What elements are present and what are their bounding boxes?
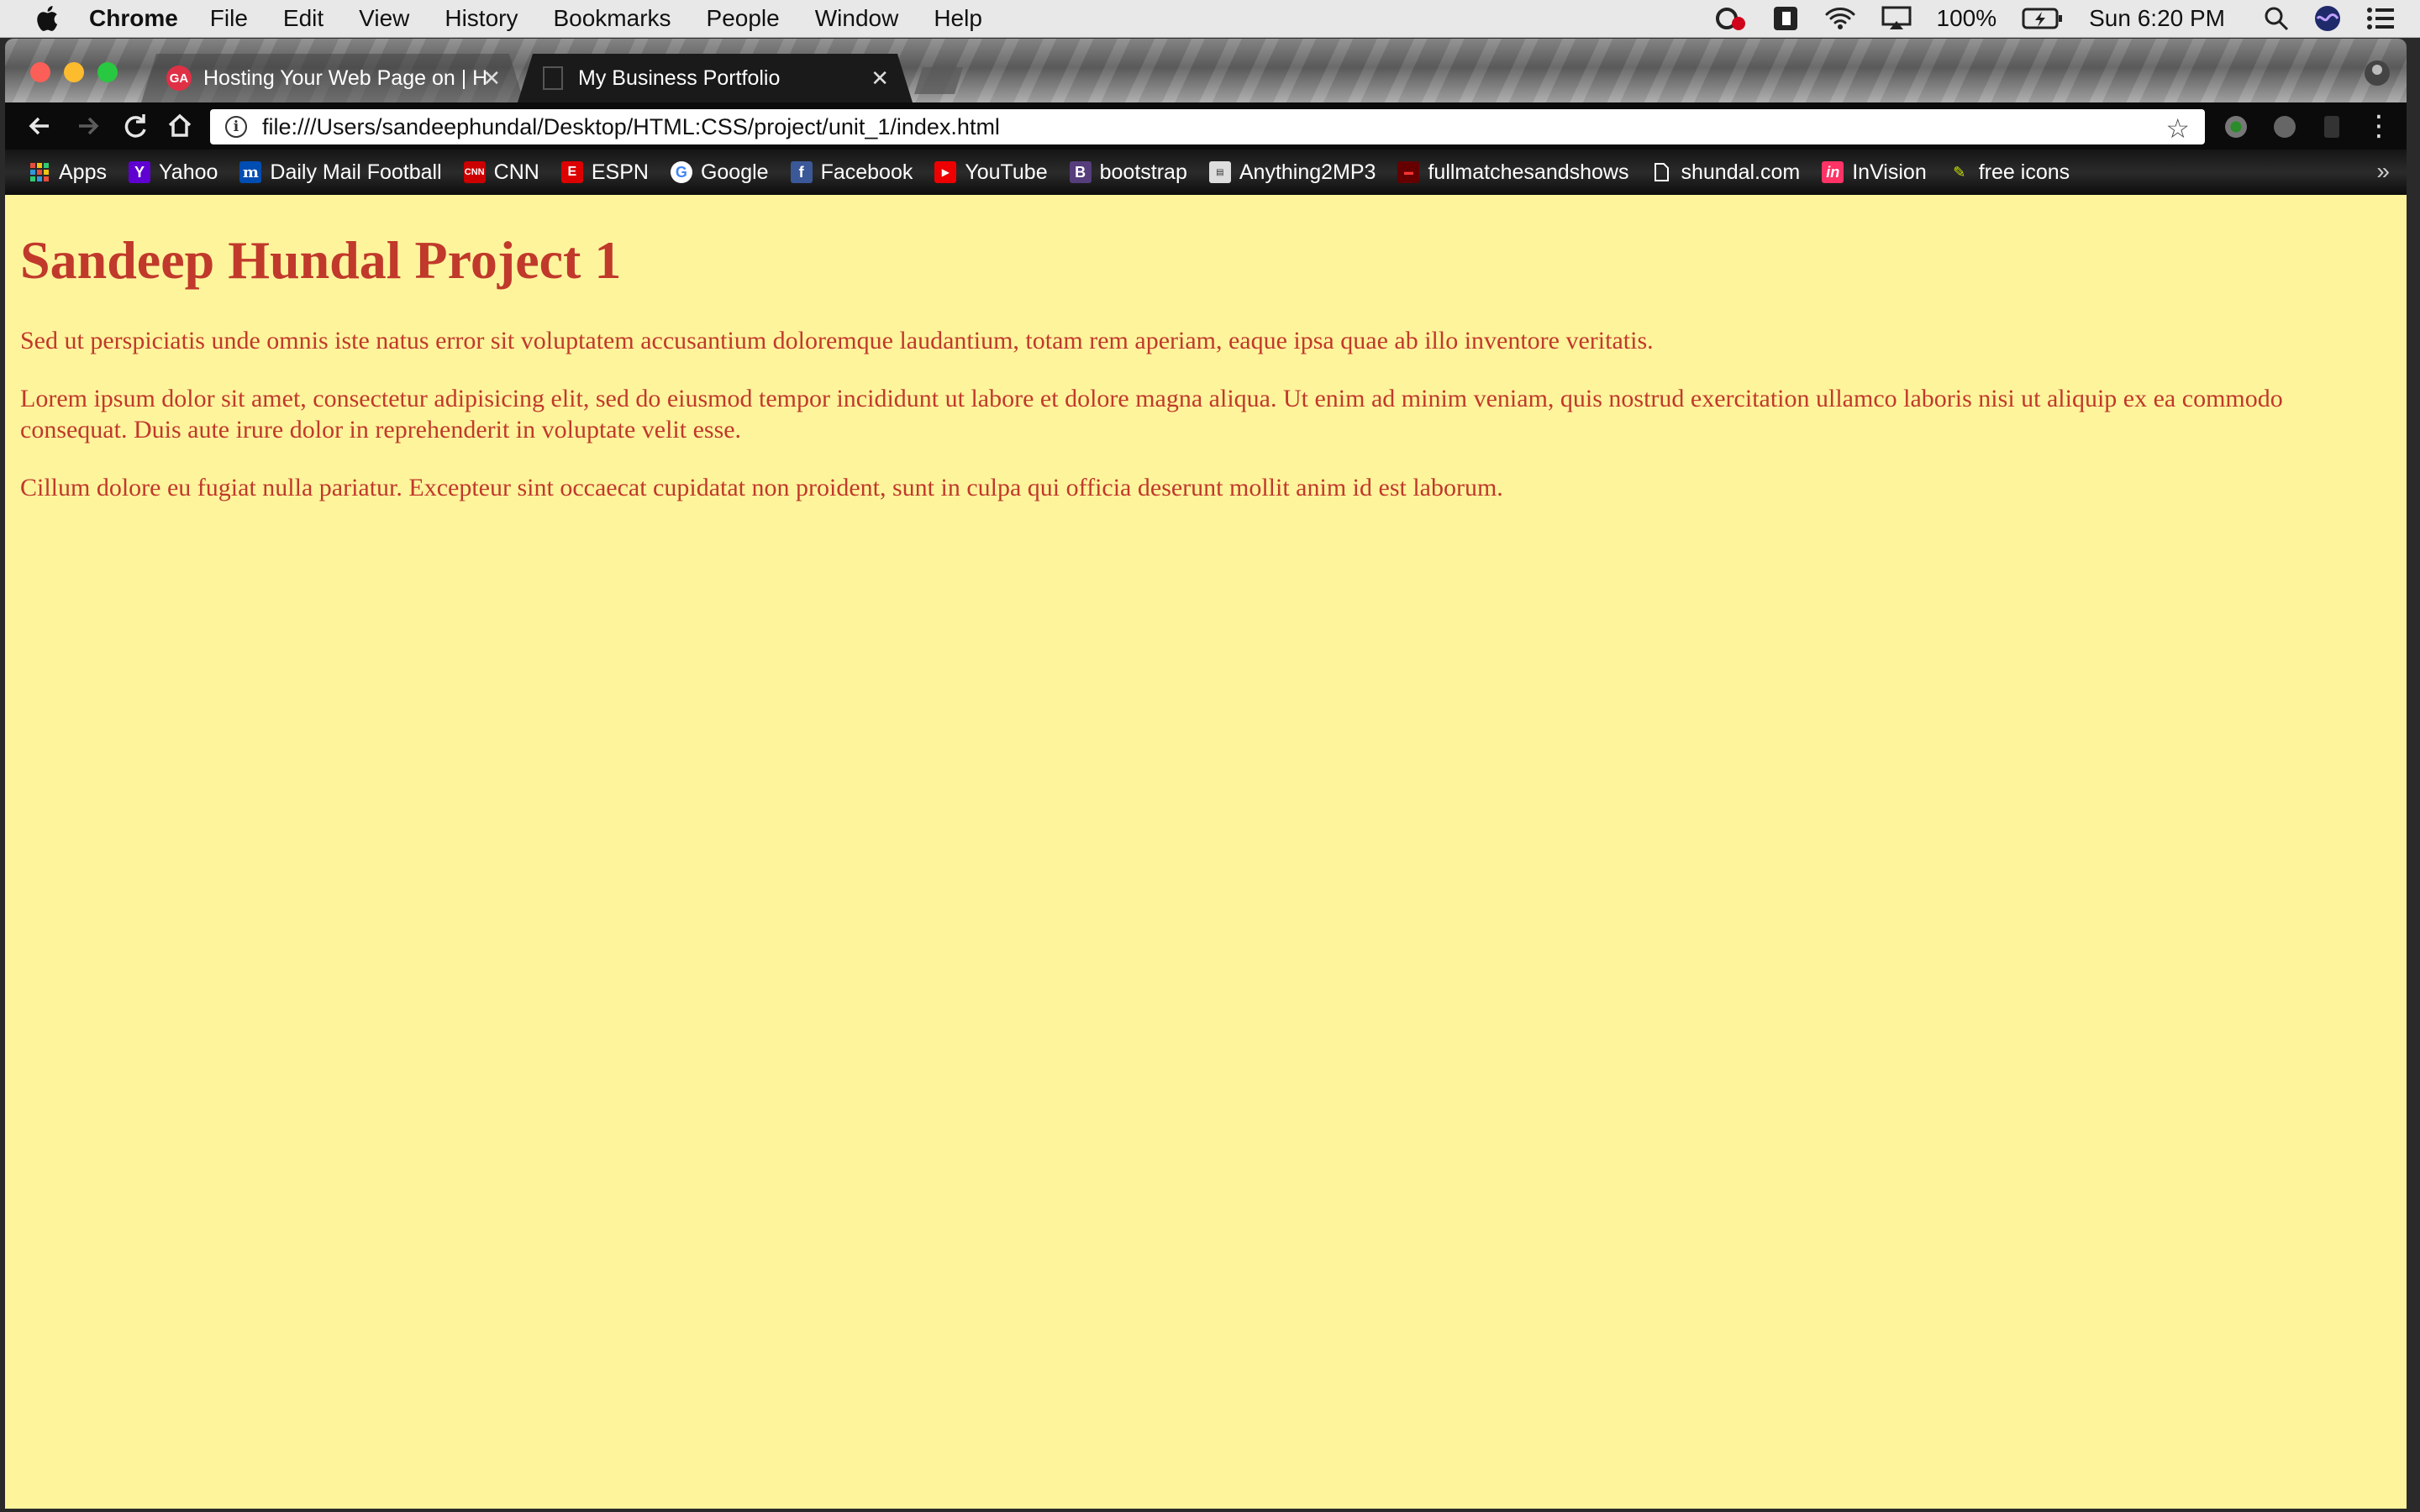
info-icon[interactable]: i <box>225 116 247 138</box>
back-arrow-icon[interactable] <box>24 109 57 143</box>
close-window-button[interactable] <box>30 62 50 82</box>
bookmark-label: Daily Mail Football <box>270 160 442 184</box>
bookmark-espn[interactable]: E ESPN <box>560 160 649 185</box>
wifi-icon[interactable] <box>1824 6 1856 31</box>
bookmark-label: InVision <box>1852 160 1927 184</box>
yahoo-icon: Y <box>128 161 150 183</box>
bookmark-facebook[interactable]: f Facebook <box>790 160 913 185</box>
bookmark-shundal[interactable]: shundal.com <box>1650 160 1800 185</box>
tab-title: Hosting Your Web Page on | H <box>203 66 488 90</box>
siri-icon[interactable] <box>2314 5 2341 32</box>
clipboard-app-icon[interactable] <box>1772 5 1799 32</box>
apps-grid-icon <box>30 163 49 181</box>
airplay-icon[interactable] <box>1881 6 1912 31</box>
bookmark-anything2mp3[interactable]: ▤ Anything2MP3 <box>1208 160 1376 185</box>
tab-my-business-portfolio[interactable]: My Business Portfolio ✕ <box>518 54 913 102</box>
extension-color-icon[interactable] <box>2225 116 2247 138</box>
zoom-window-button[interactable] <box>97 62 118 82</box>
tab-hosting-web-page[interactable]: GA Hosting Your Web Page on | H ✕ <box>141 54 524 102</box>
bookmark-label: free icons <box>1978 160 2070 184</box>
browser-window: GA Hosting Your Web Page on | H ✕ My Bus… <box>5 39 2407 1509</box>
tab-title: My Business Portfolio <box>578 66 781 90</box>
menu-people[interactable]: People <box>707 5 780 32</box>
bookmark-label: Apps <box>59 160 107 184</box>
bookmark-invision[interactable]: in InVision <box>1822 160 1927 185</box>
invision-icon: in <box>1822 161 1844 183</box>
bookmark-label: bootstrap <box>1099 160 1187 184</box>
web-page-content: Sandeep Hundal Project 1 Sed ut perspici… <box>5 195 2407 1509</box>
google-icon: G <box>670 161 692 183</box>
clock[interactable]: Sun 6:20 PM <box>2089 5 2225 32</box>
tab-strip: GA Hosting Your Web Page on | H ✕ My Bus… <box>5 39 2407 102</box>
bookmark-free-icons[interactable]: ✎ free icons <box>1949 160 2070 185</box>
youtube-icon: ▶ <box>934 161 957 183</box>
ga-favicon-icon: GA <box>166 66 192 91</box>
extension-icon[interactable] <box>2324 116 2339 138</box>
page-heading: Sandeep Hundal Project 1 <box>20 230 622 290</box>
bookmark-youtube[interactable]: ▶ YouTube <box>934 160 1048 185</box>
chrome-menu-icon[interactable]: ⋮ <box>2365 109 2393 143</box>
menu-help[interactable]: Help <box>934 5 982 32</box>
url-text[interactable]: file:///Users/sandeephundal/Desktop/HTML… <box>262 114 1000 140</box>
status-area: 100% Sun 6:20 PM <box>1713 0 2420 37</box>
reload-icon[interactable] <box>118 109 151 143</box>
bookmark-label: ESPN <box>591 160 649 184</box>
bookmark-google[interactable]: G Google <box>670 160 769 185</box>
espn-icon: E <box>560 161 583 183</box>
menu-bookmarks[interactable]: Bookmarks <box>553 5 671 32</box>
bookmark-label: Yahoo <box>158 160 218 184</box>
cnn-icon: CNN <box>463 161 486 183</box>
bookmark-label: fullmatchesandshows <box>1428 160 1629 184</box>
menu-window[interactable]: Window <box>815 5 899 32</box>
bookmark-fullmatchesandshows[interactable]: ▬ fullmatchesandshows <box>1397 160 1628 185</box>
bookmarks-bar: Apps Y Yahoo m Daily Mail Football CNN C… <box>5 150 2407 195</box>
bookmark-bootstrap[interactable]: B bootstrap <box>1069 160 1187 185</box>
skype-extension-icon[interactable] <box>2274 116 2296 138</box>
menu-app-name[interactable]: Chrome <box>89 5 178 32</box>
pencil-icon: ✎ <box>1953 163 1966 181</box>
bootstrap-icon: B <box>1069 161 1092 183</box>
bookmark-label: shundal.com <box>1681 160 1801 184</box>
browser-toolbar: i file:///Users/sandeephundal/Desktop/HT… <box>5 102 2407 150</box>
bookmark-label: CNN <box>493 160 539 184</box>
bookmark-label: Facebook <box>820 160 913 184</box>
spotlight-search-icon[interactable] <box>2264 6 2289 31</box>
new-tab-button[interactable] <box>914 67 963 94</box>
dailymail-icon: m <box>239 161 262 183</box>
address-bar[interactable]: i file:///Users/sandeephundal/Desktop/HT… <box>210 109 2205 144</box>
macos-menu-bar: Chrome File Edit View History Bookmarks … <box>0 0 2420 38</box>
menu-history[interactable]: History <box>445 5 518 32</box>
bookmark-cnn[interactable]: CNN CNN <box>463 160 539 185</box>
notification-center-icon[interactable] <box>2366 7 2395 30</box>
bookmark-apps[interactable]: Apps <box>29 160 107 185</box>
paragraph-3: Cillum dolore eu fugiat nulla pariatur. … <box>20 473 1503 501</box>
menu-view[interactable]: View <box>359 5 409 32</box>
anything2mp3-icon: ▤ <box>1208 161 1231 183</box>
home-icon[interactable] <box>163 109 197 143</box>
minimize-window-button[interactable] <box>64 62 84 82</box>
document-favicon-icon <box>543 66 563 90</box>
battery-charging-icon[interactable] <box>2022 7 2064 30</box>
bookmarks-overflow-icon[interactable]: » <box>2376 158 2390 185</box>
close-tab-icon[interactable]: ✕ <box>482 66 501 92</box>
bookmark-daily-mail-football[interactable]: m Daily Mail Football <box>239 160 442 185</box>
forward-arrow-icon[interactable] <box>71 109 104 143</box>
close-tab-icon[interactable]: ✕ <box>871 66 889 92</box>
apple-menu-icon[interactable] <box>34 3 64 34</box>
menu-file[interactable]: File <box>210 5 248 32</box>
bookmark-label: Google <box>700 160 769 184</box>
bookmark-yahoo[interactable]: Y Yahoo <box>128 160 218 185</box>
page-icon <box>1655 163 1670 181</box>
battery-percent: 100% <box>1936 5 1997 31</box>
bookmark-label: Anything2MP3 <box>1239 160 1376 184</box>
facebook-icon: f <box>790 161 813 183</box>
bookmark-label: YouTube <box>965 160 1048 184</box>
fullmatches-icon: ▬ <box>1397 161 1420 183</box>
profile-icon[interactable] <box>2365 60 2390 86</box>
bookmark-star-icon[interactable]: ☆ <box>2165 113 2190 144</box>
paragraph-1: Sed ut perspiciatis unde omnis iste natu… <box>20 326 1654 354</box>
paragraph-2: Lorem ipsum dolor sit amet, consectetur … <box>20 384 2283 444</box>
creative-cloud-icon[interactable] <box>1713 5 1747 32</box>
menu-edit[interactable]: Edit <box>283 5 324 32</box>
